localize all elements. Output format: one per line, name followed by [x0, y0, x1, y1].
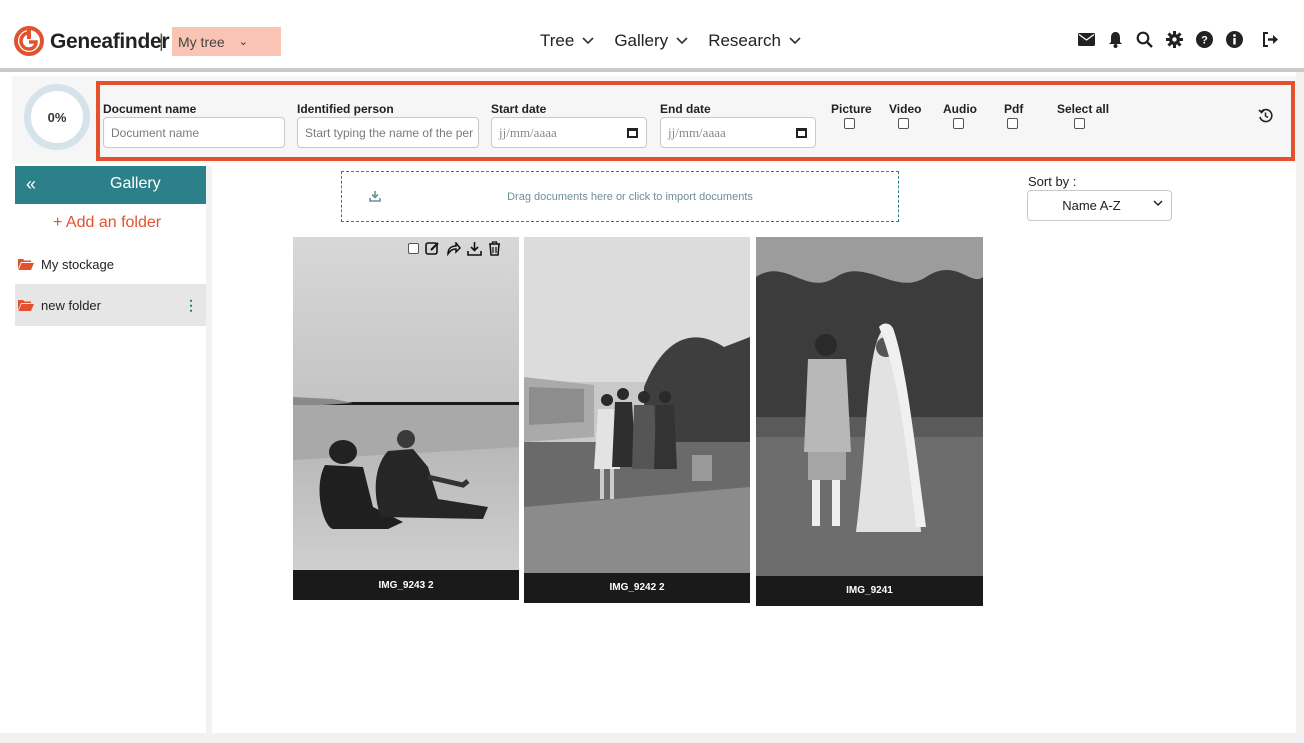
document-card[interactable]: IMG_9241: [756, 237, 983, 606]
start-date-label: Start date: [491, 102, 547, 116]
calendar-icon[interactable]: [627, 127, 638, 138]
gear-icon[interactable]: [1166, 31, 1183, 48]
svg-text:?: ?: [1201, 35, 1208, 47]
beach-photo[interactable]: [293, 237, 519, 570]
sidebar-title: Gallery: [110, 175, 161, 192]
folder-open-icon: [18, 300, 34, 311]
tree-selector-label: My tree: [178, 33, 225, 50]
edit-icon[interactable]: [425, 241, 440, 256]
chevron-down-icon: ⌄: [238, 36, 248, 48]
start-date-input[interactable]: jj/mm/aaaa: [491, 117, 647, 148]
chevron-down-icon: [676, 37, 688, 45]
card-toolbar: [408, 241, 501, 256]
pdf-checkbox[interactable]: [1007, 118, 1018, 129]
sort-label: Sort by :: [1028, 174, 1077, 189]
audio-checkbox[interactable]: [953, 118, 964, 129]
folder-open-icon: [18, 259, 34, 270]
calendar-icon[interactable]: [796, 127, 807, 138]
nav-gallery-label: Gallery: [614, 31, 669, 50]
select-all-label: Select all: [1057, 102, 1110, 116]
document-card[interactable]: IMG_9243 2: [293, 237, 519, 600]
geneafinder-logo-icon[interactable]: [14, 24, 44, 58]
tree-selector[interactable]: My tree ⌄: [172, 27, 281, 56]
mail-icon[interactable]: [1078, 33, 1095, 46]
chevron-down-icon: [1153, 200, 1163, 207]
folder-options-icon[interactable]: ⋮: [184, 297, 198, 314]
document-card[interactable]: IMG_9242 2: [524, 237, 750, 603]
chevron-down-icon: [582, 37, 594, 45]
header-actions: ?: [1078, 31, 1280, 48]
document-name: IMG_9242 2: [609, 582, 665, 593]
document-name: IMG_9241: [846, 585, 893, 596]
nav-research-label: Research: [708, 31, 781, 50]
add-folder-button[interactable]: + Add an folder: [53, 214, 161, 232]
sidebar-header: « Gallery: [15, 166, 206, 204]
header-separator: |: [159, 31, 164, 51]
progress-circle: 0%: [24, 84, 90, 150]
reset-history-icon[interactable]: [1258, 108, 1273, 123]
top-header: Geneafinder | My tree ⌄ Tree Gallery Res…: [0, 0, 1304, 72]
document-name-input[interactable]: Document name: [103, 117, 285, 148]
sidebar-item-label: My stockage: [41, 256, 114, 272]
dropzone-text: Drag documents here or click to import d…: [507, 190, 753, 203]
card-select-checkbox[interactable]: [408, 243, 419, 254]
picture-checkbox[interactable]: [844, 118, 855, 129]
chevron-down-icon: [789, 37, 801, 45]
sidebar: « Gallery + Add an folder My stockage ne…: [15, 166, 206, 733]
logout-icon[interactable]: [1262, 32, 1280, 47]
document-dropzone[interactable]: Drag documents here or click to import d…: [341, 171, 899, 222]
nav-tree[interactable]: Tree: [540, 31, 594, 51]
sort-select[interactable]: Name A-Z: [1027, 190, 1172, 221]
picture-filter-label: Picture: [831, 102, 872, 116]
end-date-label: End date: [660, 102, 711, 116]
end-date-placeholder: jj/mm/aaaa: [668, 124, 726, 140]
sidebar-item-new-folder[interactable]: new folder ⋮: [15, 284, 206, 326]
brand-name[interactable]: Geneafinder: [50, 30, 170, 54]
identified-person-input[interactable]: Start typing the name of the per: [297, 117, 479, 148]
help-icon[interactable]: ?: [1196, 31, 1213, 48]
bottom-bar: [0, 733, 1304, 743]
identified-person-label: Identified person: [297, 102, 394, 116]
pdf-filter-label: Pdf: [1004, 102, 1024, 116]
end-date-input[interactable]: jj/mm/aaaa: [660, 117, 816, 148]
nav-gallery[interactable]: Gallery: [614, 31, 688, 51]
communion-photo[interactable]: [756, 237, 983, 576]
main-nav: Tree Gallery Research: [540, 31, 801, 51]
video-checkbox[interactable]: [898, 118, 909, 129]
nav-tree-label: Tree: [540, 31, 575, 50]
collapse-sidebar-button[interactable]: «: [26, 174, 36, 195]
right-edge: [1296, 72, 1304, 743]
sidebar-item-my-stockage[interactable]: My stockage: [15, 253, 206, 275]
share-icon[interactable]: [446, 241, 461, 256]
download-icon: [369, 191, 381, 202]
document-name: IMG_9243 2: [378, 580, 434, 591]
document-name-label: Document name: [103, 102, 197, 116]
info-icon[interactable]: [1226, 31, 1243, 48]
select-all-checkbox[interactable]: [1074, 118, 1085, 129]
sidebar-item-label: new folder: [41, 297, 101, 313]
sort-select-value: Name A-Z: [1062, 198, 1121, 213]
audio-filter-label: Audio: [943, 102, 977, 116]
nav-research[interactable]: Research: [708, 31, 801, 51]
video-filter-label: Video: [889, 102, 922, 116]
search-icon[interactable]: [1136, 31, 1153, 48]
bell-icon[interactable]: [1108, 31, 1123, 48]
download-icon[interactable]: [467, 241, 482, 256]
group-photo[interactable]: [524, 237, 750, 573]
start-date-placeholder: jj/mm/aaaa: [499, 124, 557, 140]
trash-icon[interactable]: [488, 241, 501, 256]
